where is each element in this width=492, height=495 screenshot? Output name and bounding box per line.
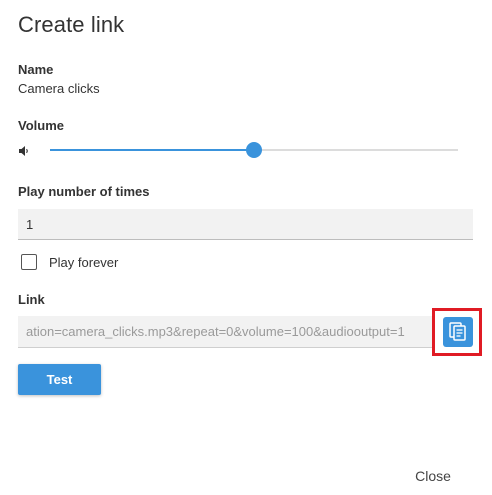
speaker-icon (18, 144, 30, 156)
volume-label: Volume (18, 118, 64, 133)
link-label: Link (18, 292, 45, 307)
volume-slider-thumb[interactable] (246, 142, 262, 158)
close-button[interactable]: Close (404, 462, 462, 490)
test-button[interactable]: Test (18, 364, 101, 395)
play-forever-checkbox[interactable] (21, 254, 37, 270)
dialog-title: Create link (18, 12, 125, 37)
copy-icon (449, 322, 466, 341)
volume-slider-fill (50, 149, 254, 151)
play-count-label: Play number of times (18, 184, 150, 199)
name-value: Camera clicks (18, 81, 100, 96)
play-forever-row[interactable]: Play forever (21, 252, 118, 272)
play-forever-label[interactable]: Play forever (49, 255, 118, 270)
volume-slider[interactable] (50, 141, 458, 159)
name-label: Name (18, 62, 54, 77)
link-field[interactable] (18, 316, 434, 348)
play-count-input[interactable] (18, 209, 473, 240)
create-link-dialog: Create link Name Camera clicks Volume Pl… (0, 0, 492, 495)
copy-link-button[interactable] (443, 317, 473, 347)
